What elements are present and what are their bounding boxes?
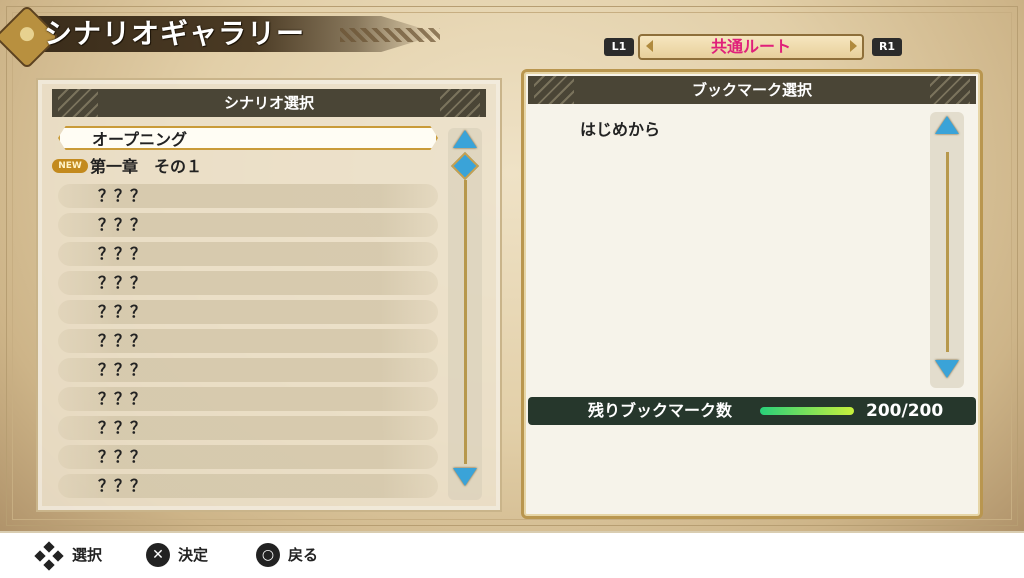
scenario-item-label: ？？？	[98, 244, 147, 263]
title-banner: シナリオギャラリー	[0, 4, 450, 70]
circle-button-icon: ○	[256, 543, 280, 567]
scenario-item-selected[interactable]: オープニング	[58, 126, 438, 150]
scenario-item[interactable]: ？？？	[58, 387, 438, 411]
header-chevron-left-icon	[58, 89, 98, 117]
scenario-item-label: ？？？	[98, 215, 147, 234]
bookmark-item[interactable]: はじめから	[580, 116, 660, 140]
route-next-icon[interactable]	[850, 40, 857, 52]
scenario-item[interactable]: ？？？	[58, 184, 438, 208]
route-prev-icon[interactable]	[646, 40, 653, 52]
l1-button[interactable]: L1	[604, 38, 634, 56]
scenario-item-label: ？？？	[98, 389, 147, 408]
scroll-track[interactable]	[464, 180, 467, 464]
scenario-item-label: オープニング	[92, 130, 188, 149]
scenario-panel-title: シナリオ選択	[223, 94, 314, 112]
bookmark-panel-header: ブックマーク選択	[528, 76, 976, 104]
scroll-up-icon[interactable]	[934, 116, 960, 138]
scenario-item-label: ？？？	[98, 273, 147, 292]
scenario-item[interactable]: NEW 第一章 その１	[52, 155, 438, 179]
button-hint-bar: 選択 ✕ 決定 ○ 戻る	[0, 531, 1024, 578]
scenario-item[interactable]: ？？？	[58, 271, 438, 295]
scenario-scrollbar[interactable]	[448, 128, 482, 500]
scenario-item[interactable]: ？？？	[58, 445, 438, 469]
scenario-item-label: ？？？	[98, 418, 147, 437]
bookmark-panel-title: ブックマーク選択	[691, 81, 812, 99]
scroll-down-icon[interactable]	[934, 360, 960, 382]
scenario-item-label: ？？？	[98, 476, 147, 495]
scenario-item-label: ？？？	[98, 360, 147, 379]
scenario-item[interactable]: ？？？	[58, 329, 438, 353]
scenario-item[interactable]: ？？？	[58, 474, 438, 498]
title-ornament	[340, 28, 440, 42]
scenario-item[interactable]: ？？？	[58, 300, 438, 324]
dpad-icon	[34, 541, 64, 571]
new-badge: NEW	[52, 159, 88, 173]
scenario-item-label: ？？？	[98, 186, 147, 205]
remaining-label: 残りブックマーク数	[588, 401, 733, 420]
scenario-item-label: 第一章 その１	[90, 157, 203, 176]
r1-button[interactable]: R1	[872, 38, 902, 56]
scroll-track[interactable]	[946, 152, 949, 352]
scenario-item[interactable]: ？？？	[58, 242, 438, 266]
scenario-panel-header: シナリオ選択	[52, 89, 486, 117]
scroll-thumb[interactable]	[450, 151, 480, 181]
hint-confirm-label: 決定	[178, 546, 209, 564]
scenario-item-label: ？？？	[98, 447, 147, 466]
scenario-item[interactable]: ？？？	[58, 358, 438, 382]
page-title: シナリオギャラリー	[44, 17, 306, 50]
route-label[interactable]: 共通ルート	[638, 34, 864, 60]
scroll-up-icon[interactable]	[452, 130, 478, 152]
hint-back-label: 戻る	[288, 546, 319, 564]
header-chevron-left-icon	[534, 76, 574, 104]
cross-button-icon: ✕	[146, 543, 170, 567]
scroll-down-icon[interactable]	[452, 468, 478, 490]
remaining-gauge	[760, 407, 854, 415]
scenario-item[interactable]: ？？？	[58, 213, 438, 237]
scenario-item[interactable]: ？？？	[58, 416, 438, 440]
scenario-item-label: ？？？	[98, 302, 147, 321]
header-chevron-right-icon	[440, 89, 480, 117]
route-selector[interactable]: L1 共通ルート R1	[598, 34, 910, 60]
hint-select-label: 選択	[72, 546, 103, 564]
remaining-bookmarks: 残りブックマーク数 200/200	[528, 397, 976, 425]
bookmark-scrollbar[interactable]	[930, 112, 964, 388]
remaining-count: 200/200	[866, 401, 944, 421]
header-chevron-right-icon	[930, 76, 970, 104]
scenario-item-label: ？？？	[98, 331, 147, 350]
route-label-text: 共通ルート	[710, 37, 791, 56]
